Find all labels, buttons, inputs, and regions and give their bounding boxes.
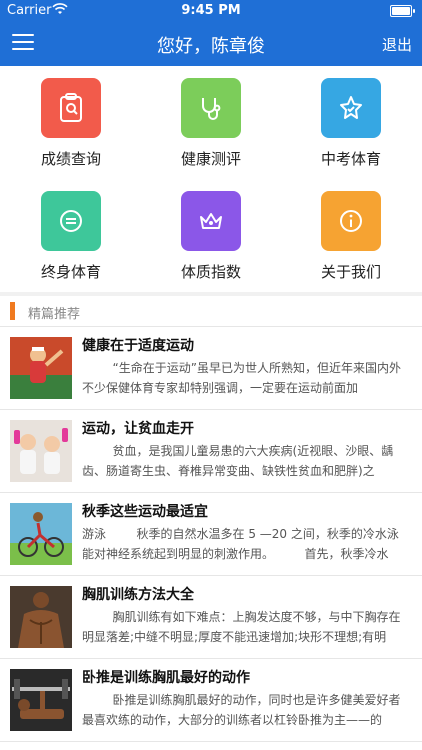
- tile-health-assessment[interactable]: 健康测评: [161, 66, 261, 178]
- tile-label: 终身体育: [40, 263, 101, 281]
- article-thumbnail: [10, 503, 72, 565]
- tile-exam-sports[interactable]: 中考体育: [301, 66, 401, 178]
- tile-about-us[interactable]: 关于我们: [301, 179, 401, 291]
- section-header: 精篇推荐: [0, 296, 422, 327]
- crown-icon: [181, 191, 241, 251]
- article-item[interactable]: 运动，让贫血走开 贫血，是我国儿童易患的六大疾病(近视眼、沙眼、龋齿、肠道寄生虫…: [0, 410, 422, 493]
- tile-label: 体质指数: [180, 263, 241, 281]
- tile-bmi[interactable]: 体质指数: [161, 179, 261, 291]
- article-summary: “生命在于运动”虽早已为世人所熟知，但近年来国内外不少保健体育专家却特别强调，一…: [82, 361, 401, 395]
- article-thumbnail: [10, 337, 72, 399]
- article-title: 胸肌训练方法大全: [82, 587, 194, 603]
- greeting-title: 您好，陈章俊: [157, 36, 265, 57]
- article-title: 健康在于适度运动: [82, 338, 194, 354]
- article-summary: 游泳 秋季的自然水温多在 5 —20 之间，秋季的冷水泳能对神经系统起到明显的刺…: [82, 527, 399, 561]
- tile-label: 成绩查询: [40, 150, 101, 168]
- health-assessment-icon: [181, 78, 241, 138]
- article-item[interactable]: 胸肌训练方法大全 胸肌训练有如下难点：上胸发达度不够，与中下胸存在明显落差;中缝…: [0, 576, 422, 659]
- logout-button[interactable]: 退出: [382, 34, 412, 55]
- tile-lifelong-sports[interactable]: 终身体育: [21, 179, 121, 291]
- tile-label: 关于我们: [320, 263, 381, 281]
- article-title: 卧推是训练胸肌最好的动作: [82, 670, 250, 686]
- battery-icon: [390, 5, 415, 17]
- info-icon: [321, 191, 381, 251]
- navigation-bar: 您好，陈章俊 退出: [0, 22, 422, 66]
- article-title: 运动，让贫血走开: [82, 421, 194, 437]
- article-summary: 卧推是训练胸肌最好的动作，同时也是许多健美爱好者最喜欢练的动作，大部分的训练者以…: [82, 693, 401, 727]
- article-summary: 胸肌训练有如下难点：上胸发达度不够，与中下胸存在明显落差;中缝不明显;厚度不能迅…: [82, 610, 401, 644]
- tile-label: 中考体育: [320, 150, 381, 168]
- article-item[interactable]: 健康在于适度运动 “生命在于运动”虽早已为世人所熟知，但近年来国内外不少保健体育…: [0, 327, 422, 410]
- article-thumbnail: [10, 586, 72, 648]
- article-summary: 贫血，是我国儿童易患的六大疾病(近视眼、沙眼、龋齿、肠道寄生虫、脊椎异常变曲、缺…: [82, 444, 394, 478]
- tile-score-query[interactable]: 成绩查询: [21, 66, 121, 178]
- lifelong-sports-icon: [41, 191, 101, 251]
- status-bar: Carrier 9:45 PM: [0, 0, 422, 22]
- article-item[interactable]: 卧推是训练胸肌最好的动作 卧推是训练胸肌最好的动作，同时也是许多健美爱好者最喜欢…: [0, 659, 422, 742]
- feature-grid: 成绩查询 健康测评 中考体育 终身体育 体质指数 关于我们: [0, 66, 422, 290]
- article-title: 秋季这些运动最适宜: [82, 504, 208, 520]
- status-time: 9:45 PM: [181, 3, 241, 18]
- section-accent-bar: [10, 302, 15, 320]
- section-title: 精篇推荐: [28, 307, 81, 322]
- article-thumbnail: [10, 669, 72, 731]
- tile-label: 健康测评: [180, 150, 241, 168]
- article-item[interactable]: 秋季这些运动最适宜 游泳 秋季的自然水温多在 5 —20 之间，秋季的冷水泳能对…: [0, 493, 422, 576]
- score-report-icon: [41, 78, 101, 138]
- exam-sports-icon: [321, 78, 381, 138]
- article-thumbnail: [10, 420, 72, 482]
